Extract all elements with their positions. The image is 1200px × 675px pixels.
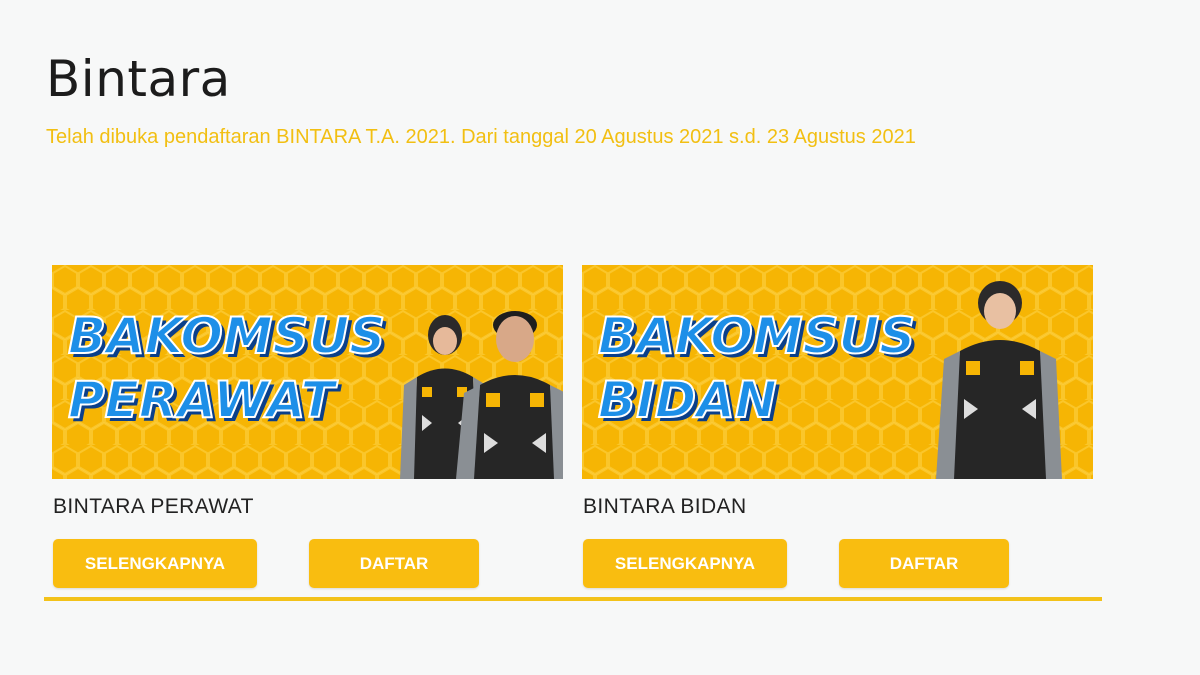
daftar-button[interactable]: DAFTAR	[839, 539, 1009, 588]
banner-graphic: BAKOMSUS BAKOMSUS BIDAN BIDAN	[582, 265, 1093, 479]
selengkapnya-button[interactable]: SELENGKAPNYA	[53, 539, 257, 588]
card-bintara-perawat: BAKOMSUS BAKOMSUS PERAWAT PERAWAT BINTAR…	[52, 265, 565, 588]
section-divider	[44, 597, 1102, 601]
selengkapnya-button[interactable]: SELENGKAPNYA	[583, 539, 787, 588]
banner-line1-text: BAKOMSUS	[68, 307, 385, 365]
banner-graphic: BAKOMSUS BAKOMSUS PERAWAT PERAWAT	[52, 265, 563, 479]
banner-line1-text: BAKOMSUS	[598, 307, 915, 365]
banner-line2-text: BIDAN	[598, 371, 777, 429]
card-title: BINTARA PERAWAT	[53, 495, 254, 518]
daftar-button[interactable]: DAFTAR	[309, 539, 479, 588]
page-title: Bintara	[46, 50, 231, 108]
registration-announcement: Telah dibuka pendaftaran BINTARA T.A. 20…	[46, 126, 916, 148]
banner-bakomsus-bidan[interactable]: BAKOMSUS BAKOMSUS BIDAN BIDAN	[582, 265, 1093, 479]
card-title: BINTARA BIDAN	[583, 495, 747, 518]
banner-line2-text: PERAWAT	[68, 371, 339, 429]
banner-bakomsus-perawat[interactable]: BAKOMSUS BAKOMSUS PERAWAT PERAWAT	[52, 265, 563, 479]
card-bintara-bidan: BAKOMSUS BAKOMSUS BIDAN BIDAN BINTARA BI…	[582, 265, 1095, 588]
